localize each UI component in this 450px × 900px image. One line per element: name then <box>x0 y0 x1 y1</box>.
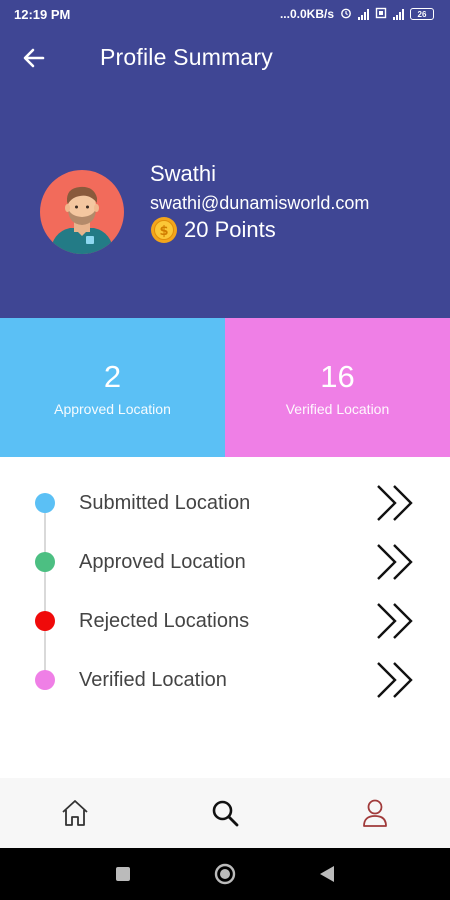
signal-icon-2 <box>393 8 404 20</box>
home-system-button[interactable] <box>210 859 240 889</box>
points-row: $ 20 Points <box>150 216 276 244</box>
nav-profile[interactable] <box>345 783 405 843</box>
list-item-label: Submitted Location <box>79 491 251 514</box>
sim-icon <box>375 7 387 22</box>
list-item-label: Approved Location <box>79 550 246 573</box>
status-icons: ...0.0KB/s 26 <box>280 7 434 22</box>
network-speed: ...0.0KB/s <box>279 7 334 21</box>
location-list: Submitted Location Approved Location Rej… <box>0 457 450 777</box>
signal-icon <box>358 8 369 20</box>
status-bar: 12:19 PM ...0.0KB/s 26 <box>0 0 450 28</box>
recents-square-icon <box>116 867 130 881</box>
nav-home[interactable] <box>45 783 105 843</box>
list-item-label: Rejected Locations <box>79 609 250 632</box>
avatar <box>40 170 124 254</box>
double-chevron-right-icon[interactable] <box>375 660 417 700</box>
nav-search[interactable] <box>195 783 255 843</box>
status-dot <box>35 493 55 513</box>
status-dot <box>35 611 55 631</box>
profile-name: Swathi <box>150 161 217 186</box>
status-dot <box>35 552 55 572</box>
list-item-approved[interactable]: Approved Location <box>0 536 450 588</box>
user-icon <box>363 799 387 827</box>
verified-label: Verified Location <box>285 400 390 417</box>
alarm-icon <box>340 7 352 22</box>
list-item-verified[interactable]: Verified Location <box>0 654 450 706</box>
recents-button[interactable] <box>108 859 138 889</box>
verified-location-stat[interactable]: 16 Verified Location <box>225 318 450 457</box>
search-icon <box>212 800 239 827</box>
approved-location-stat[interactable]: 2 Approved Location <box>0 318 225 457</box>
double-chevron-right-icon[interactable] <box>375 483 417 523</box>
back-system-button[interactable] <box>312 859 342 889</box>
page-title: Profile Summary <box>100 44 273 70</box>
profile-email: swathi@dunamisworld.com <box>150 193 370 213</box>
approved-count: 2 <box>103 358 122 394</box>
approved-label: Approved Location <box>54 400 171 417</box>
points-value: 20 Points <box>184 217 276 242</box>
dollar-coin-icon: $ <box>151 217 177 243</box>
bottom-nav <box>0 778 450 848</box>
double-chevron-right-icon[interactable] <box>375 601 417 641</box>
home-circle-icon <box>214 863 236 885</box>
battery-icon: 26 <box>410 8 434 20</box>
back-triangle-icon <box>320 866 334 882</box>
list-item-label: Verified Location <box>79 668 227 691</box>
profile-header: Profile Summary Swathi swathi@dunamiswor… <box>0 28 450 318</box>
verified-count: 16 <box>320 358 355 394</box>
double-chevron-right-icon[interactable] <box>375 542 417 582</box>
list-item-rejected[interactable]: Rejected Locations <box>0 595 450 647</box>
back-button[interactable] <box>18 42 50 74</box>
arrow-left-icon <box>23 48 45 68</box>
status-dot <box>35 670 55 690</box>
status-time: 12:19 PM <box>14 6 71 22</box>
system-nav-bar <box>0 848 450 900</box>
svg-text:$: $ <box>159 224 168 239</box>
home-icon <box>62 800 88 826</box>
list-item-submitted[interactable]: Submitted Location <box>0 477 450 529</box>
